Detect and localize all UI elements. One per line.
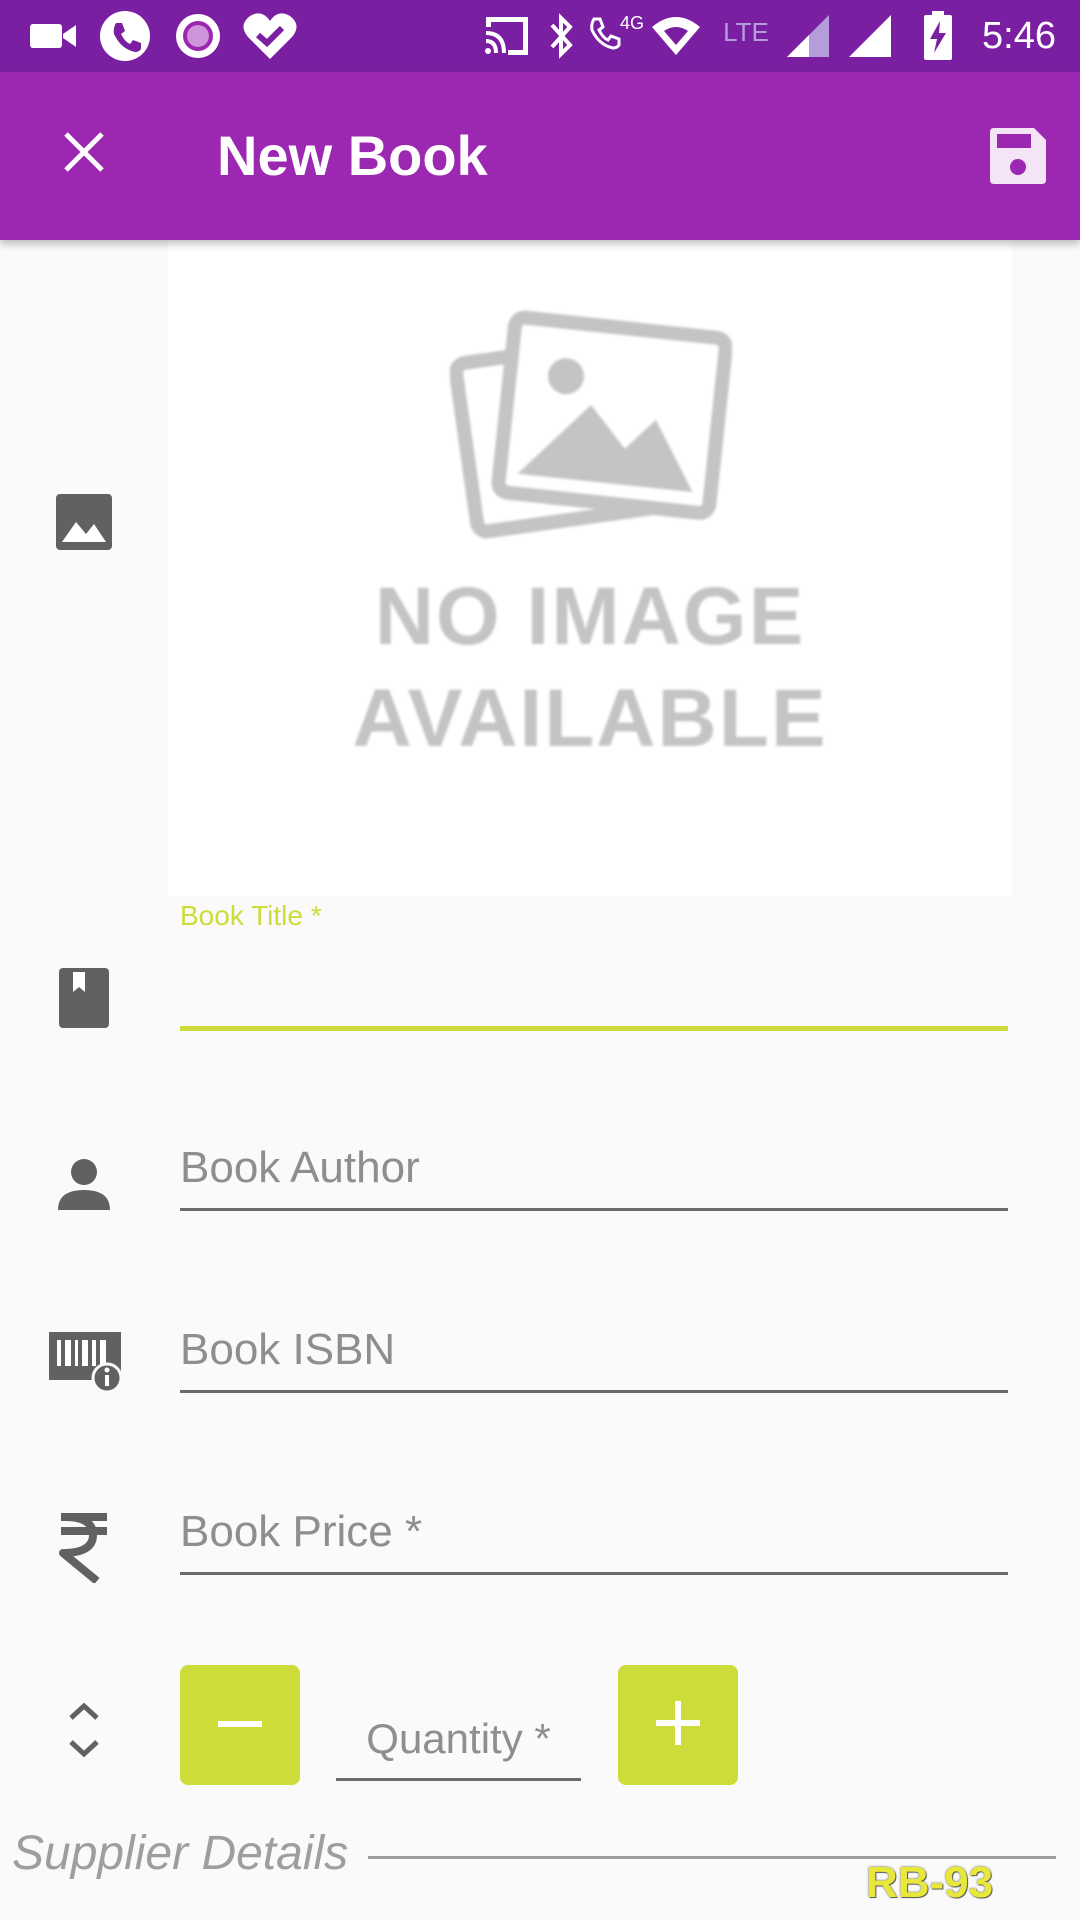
supplier-details-heading: Supplier Details bbox=[12, 1827, 349, 1880]
rupee-icon bbox=[44, 1508, 124, 1588]
minus-icon bbox=[218, 1716, 262, 1734]
lte-label: LTE bbox=[723, 16, 769, 47]
heart-check-icon bbox=[240, 10, 300, 62]
signal-icon bbox=[846, 10, 894, 62]
unfold-icon bbox=[44, 1690, 124, 1770]
phone-icon bbox=[98, 10, 152, 62]
bluetooth-icon bbox=[546, 10, 578, 62]
increase-quantity-button[interactable] bbox=[618, 1665, 738, 1785]
picture-placeholder-icon bbox=[449, 296, 733, 546]
book-title-input[interactable] bbox=[180, 946, 1008, 1026]
battery-charging-icon bbox=[922, 10, 954, 62]
save-button[interactable] bbox=[978, 118, 1058, 198]
no-image-line2: AVAILABLE bbox=[352, 673, 828, 764]
svg-text:4G: 4G bbox=[620, 13, 644, 33]
book-price-input[interactable] bbox=[180, 1492, 1008, 1572]
plus-icon bbox=[656, 1700, 700, 1750]
save-icon bbox=[990, 127, 1046, 189]
close-button[interactable] bbox=[48, 118, 120, 190]
signal-icon bbox=[784, 10, 832, 62]
volte-call-icon: 4G bbox=[590, 10, 646, 62]
book-title-field[interactable] bbox=[180, 946, 1008, 1031]
wifi-icon bbox=[650, 10, 702, 62]
decrease-quantity-button[interactable] bbox=[180, 1665, 300, 1785]
book-author-field[interactable] bbox=[180, 1128, 1008, 1211]
image-icon[interactable] bbox=[44, 482, 124, 562]
book-author-input[interactable] bbox=[180, 1128, 1008, 1208]
book-icon bbox=[44, 958, 124, 1038]
cast-icon bbox=[482, 10, 532, 62]
watermark: RB-93 bbox=[866, 1858, 994, 1907]
book-price-field[interactable] bbox=[180, 1492, 1008, 1575]
book-title-label: Book Title * bbox=[180, 900, 322, 931]
page-title: New Book bbox=[217, 124, 488, 187]
person-icon bbox=[44, 1144, 124, 1224]
status-bar: 4G LTE 5:46 bbox=[0, 0, 1080, 72]
close-icon bbox=[62, 130, 106, 179]
book-isbn-field[interactable] bbox=[180, 1310, 1008, 1393]
record-icon bbox=[172, 10, 224, 62]
app-toolbar: New Book bbox=[0, 72, 1080, 240]
quantity-field[interactable] bbox=[336, 1700, 581, 1781]
quantity-input[interactable] bbox=[336, 1700, 581, 1778]
status-time: 5:46 bbox=[982, 15, 1056, 57]
barcode-info-icon bbox=[46, 1322, 126, 1402]
no-image-line1: NO IMAGE bbox=[374, 571, 806, 662]
book-cover-image[interactable]: NO IMAGE AVAILABLE bbox=[168, 240, 1012, 896]
video-call-icon bbox=[28, 10, 80, 62]
book-isbn-input[interactable] bbox=[180, 1310, 1008, 1390]
